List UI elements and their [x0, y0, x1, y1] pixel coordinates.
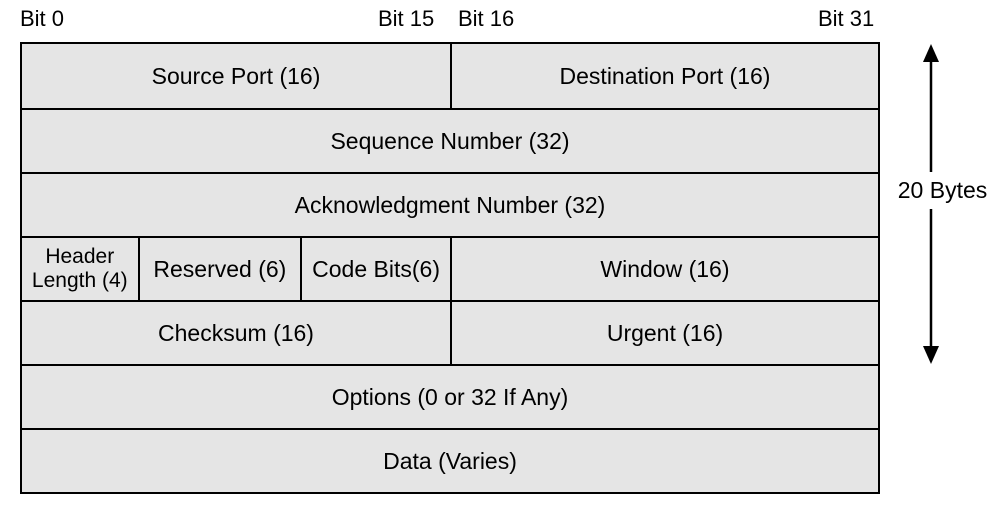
field-destination-port: Destination Port (16) — [450, 44, 878, 108]
table-row: Source Port (16) Destination Port (16) — [22, 44, 878, 108]
field-sequence-number: Sequence Number (32) — [22, 108, 878, 172]
field-reserved: Reserved (6) — [138, 236, 301, 300]
table-row: Header Length (4) Reserved (6) Code Bits… — [22, 236, 878, 300]
field-ack-number: Acknowledgment Number (32) — [22, 172, 878, 236]
table-row: Data (Varies) — [22, 428, 878, 492]
field-source-port: Source Port (16) — [22, 44, 450, 108]
header-size-label: 20 Bytes — [895, 172, 990, 209]
bit-label-31: Bit 31 — [818, 6, 874, 32]
table-row: Sequence Number (32) — [22, 108, 878, 172]
table-row: Checksum (16) Urgent (16) — [22, 300, 878, 364]
field-data: Data (Varies) — [22, 428, 878, 492]
field-header-length: Header Length (4) — [22, 236, 138, 300]
field-code-bits: Code Bits(6) — [300, 236, 450, 300]
header-size-annotation: 20 Bytes — [895, 44, 990, 364]
bit-label-0: Bit 0 — [20, 6, 64, 32]
header-table: Source Port (16) Destination Port (16) S… — [20, 42, 880, 494]
table-row: Acknowledgment Number (32) — [22, 172, 878, 236]
field-urgent: Urgent (16) — [450, 300, 878, 364]
table-row: Options (0 or 32 If Any) — [22, 364, 878, 428]
bit-label-16: Bit 16 — [458, 6, 514, 32]
field-checksum: Checksum (16) — [22, 300, 450, 364]
bit-label-15: Bit 15 — [378, 6, 434, 32]
field-window: Window (16) — [450, 236, 878, 300]
field-options: Options (0 or 32 If Any) — [22, 364, 878, 428]
tcp-header-diagram: Bit 0 Bit 15 Bit 16 Bit 31 Source Port (… — [0, 0, 1000, 511]
